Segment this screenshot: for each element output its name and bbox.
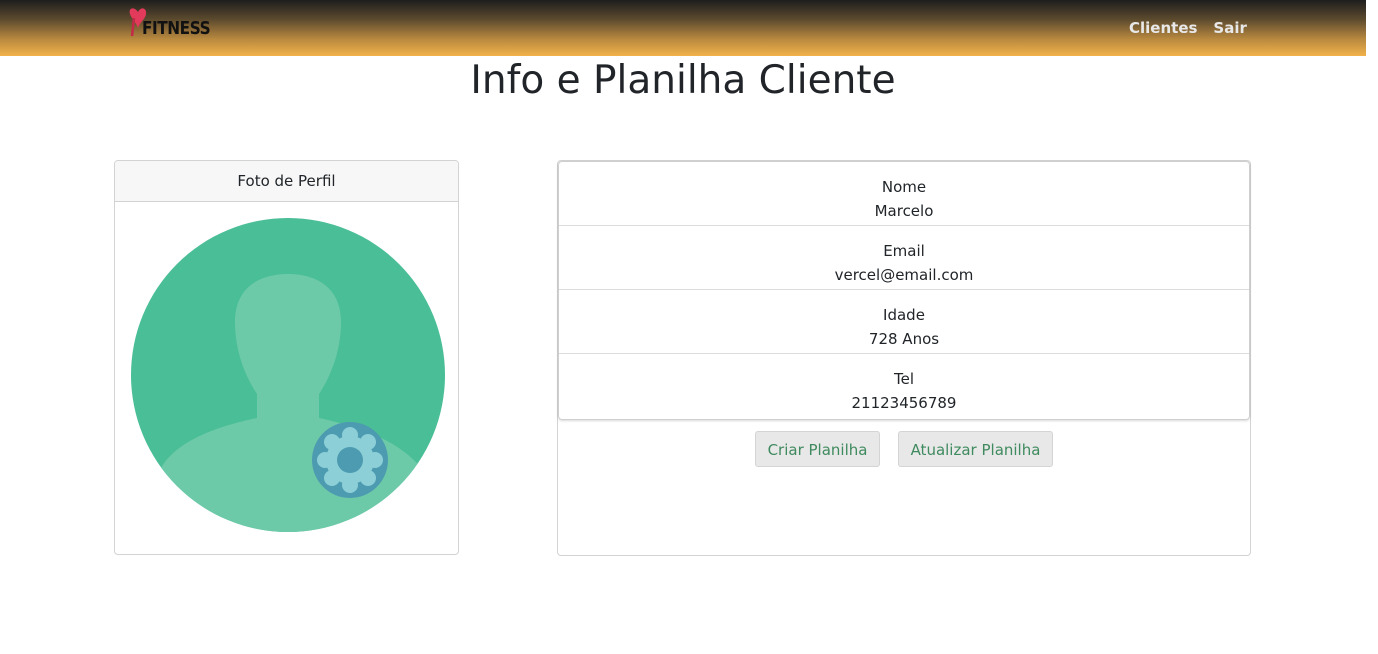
nav-links: Clientes Sair [1129,19,1247,37]
client-info-card: Nome Marcelo Email vercel@email.com Idad… [557,160,1251,556]
nav-link-sair[interactable]: Sair [1213,19,1246,37]
brand-logo[interactable]: FITNESS [128,4,211,44]
info-item-email: Email vercel@email.com [559,226,1249,290]
info-item-tel: Tel 21123456789 [559,354,1249,419]
navbar: FITNESS Clientes Sair [0,0,1366,56]
client-info-list: Nome Marcelo Email vercel@email.com Idad… [558,161,1250,420]
user-settings-icon [131,218,445,532]
profile-photo-header: Foto de Perfil [115,161,458,202]
info-value: vercel@email.com [834,266,974,284]
info-value: 728 Anos [868,330,940,348]
profile-photo-card: Foto de Perfil [114,160,459,555]
info-label: Email [883,242,925,260]
info-label: Nome [881,178,927,196]
info-value: 21123456789 [851,394,957,412]
page-title: Info e Planilha Cliente [470,58,896,103]
brand-text: FITNESS [142,18,211,39]
update-worksheet-button[interactable]: Atualizar Planilha [897,431,1054,467]
info-value: Marcelo [874,202,934,220]
info-label: Idade [883,306,925,324]
worksheet-actions: Criar Planilha Atualizar Planilha [558,431,1250,467]
info-item-nome: Nome Marcelo [559,162,1249,226]
create-worksheet-button[interactable]: Criar Planilha [754,431,881,467]
info-item-idade: Idade 728 Anos [559,290,1249,354]
info-label: Tel [893,370,914,388]
nav-link-clientes[interactable]: Clientes [1129,19,1197,37]
